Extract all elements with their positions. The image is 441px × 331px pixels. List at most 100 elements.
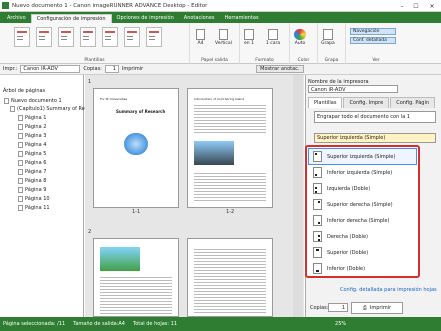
template-thumb[interactable] bbox=[102, 27, 118, 47]
tree-chapter[interactable]: (Capítulo1) Summary of Re bbox=[10, 105, 85, 113]
template-thumb[interactable] bbox=[124, 27, 140, 47]
page-icon bbox=[18, 204, 23, 211]
title-bar: Nuevo documento 1 - Canon imageRUNNER AD… bbox=[0, 0, 441, 12]
quick-toolbar: Impr.: Canon iR-ADV Copias: 1 Imprimir M… bbox=[0, 64, 441, 75]
template-thumb[interactable] bbox=[146, 27, 162, 47]
staple-position-list: Superior izquierda (Simple) Inferior izq… bbox=[305, 145, 420, 278]
page-label: 1-2 bbox=[226, 209, 235, 215]
option-derecha-doble[interactable]: Derecha (Doble) bbox=[309, 229, 416, 244]
group-label: Color bbox=[297, 58, 310, 63]
document-icon bbox=[4, 97, 9, 104]
tree-page[interactable]: Página 6 bbox=[18, 159, 46, 167]
page-tree-pane: Árbol de páginas Nuevo documento 1 (Capí… bbox=[0, 75, 85, 317]
copies-label: Copias: bbox=[83, 66, 102, 72]
page-icon bbox=[18, 150, 23, 157]
page-icon bbox=[18, 141, 23, 148]
print-button[interactable]: Imprimir bbox=[122, 66, 143, 72]
preview-page[interactable] bbox=[93, 238, 179, 317]
printer-select[interactable]: Canon iR-ADV bbox=[20, 65, 81, 73]
option-superior-doble[interactable]: Superior (Doble) bbox=[309, 245, 416, 260]
nup-button[interactable]: en 1 bbox=[244, 29, 254, 46]
settings-tabs: Plantillas Config. Impre Config. Págin bbox=[308, 97, 436, 108]
page-icon bbox=[18, 159, 23, 166]
preview-page[interactable] bbox=[187, 238, 273, 317]
tree-page[interactable]: Página 4 bbox=[18, 141, 46, 149]
navigation-button[interactable]: Navegación bbox=[350, 28, 396, 35]
sheet-number: 2 bbox=[88, 229, 92, 235]
group-label: Plantillas bbox=[84, 58, 105, 63]
tree-page[interactable]: Página 1 bbox=[18, 114, 46, 122]
page-icon bbox=[18, 132, 23, 139]
page-icon bbox=[18, 123, 23, 130]
tree-page[interactable]: Página 7 bbox=[18, 168, 46, 176]
copies-input[interactable]: 1 bbox=[328, 303, 348, 312]
option-inferior-doble[interactable]: Inferior (Doble) bbox=[309, 261, 416, 276]
detailed-config-button[interactable]: Conf. detallada bbox=[350, 37, 396, 44]
group-grapa: Grapa Grapa bbox=[318, 23, 346, 64]
print-button-main[interactable]: ⎙ Imprimir bbox=[351, 302, 403, 314]
page-label: 1-1 bbox=[132, 209, 141, 215]
option-superior-derecha-simple[interactable]: Superior derecha (Simple) bbox=[309, 197, 416, 212]
close-icon[interactable]: ✕ bbox=[423, 0, 441, 12]
copies-input[interactable]: 1 bbox=[104, 65, 119, 73]
tab-plantillas[interactable]: Plantillas bbox=[308, 97, 343, 108]
group-label: Grapa bbox=[324, 58, 339, 63]
detailed-config-link[interactable]: Config. detallada para impresión hojas bbox=[340, 287, 437, 293]
text-block bbox=[100, 275, 172, 315]
tree-page[interactable]: Página 11 bbox=[18, 204, 50, 212]
group-plantillas: Plantillas bbox=[0, 23, 190, 64]
minimize-icon[interactable]: – bbox=[395, 0, 409, 12]
tree-page[interactable]: Página 8 bbox=[18, 177, 46, 185]
duplex-button[interactable]: 1 cara bbox=[266, 29, 280, 46]
template-thumb[interactable] bbox=[36, 27, 52, 47]
option-inferior-izquierda-simple[interactable]: Inferior izquierda (Simple) bbox=[309, 165, 416, 180]
group-label: Formato bbox=[255, 58, 274, 63]
staple-mode-dropdown[interactable]: Engrapar todo el documento con la 1 bbox=[314, 111, 436, 123]
tab-config-pagin[interactable]: Config. Págin bbox=[390, 97, 436, 108]
tab-config-impre[interactable]: Config. Impre bbox=[343, 97, 390, 108]
text-block bbox=[194, 247, 266, 313]
tree-page[interactable]: Página 3 bbox=[18, 132, 46, 140]
preview-area: 1 2 For IR Universities Summary of Resea… bbox=[85, 75, 304, 317]
tree-page[interactable]: Página 2 bbox=[18, 123, 46, 131]
maximize-icon[interactable]: ☐ bbox=[409, 0, 423, 12]
option-superior-izquierda-simple[interactable]: Superior izquierda (Simple) bbox=[308, 148, 417, 165]
zoom-level[interactable]: 25% bbox=[335, 321, 346, 327]
page-header: For IR Universities bbox=[100, 97, 128, 101]
orientation-button[interactable]: Vertical bbox=[215, 29, 232, 46]
tab-herramientas[interactable]: Herramientas bbox=[220, 14, 264, 23]
preview-page[interactable]: For IR Universities Summary of Research bbox=[93, 88, 179, 208]
template-thumb[interactable] bbox=[58, 27, 74, 47]
sheet-number: 1 bbox=[88, 79, 92, 85]
tab-opciones-impresion[interactable]: Opciones de impresión bbox=[112, 14, 179, 23]
tree-page[interactable]: Página 10 bbox=[18, 195, 50, 203]
tab-archivo[interactable]: Archivo bbox=[2, 14, 31, 23]
show-annotations-button[interactable]: Mostrar anotac. bbox=[256, 65, 304, 73]
tab-anotaciones[interactable]: Anotaciones bbox=[179, 14, 220, 23]
staple-button[interactable]: Grapa bbox=[321, 29, 335, 46]
color-button[interactable]: Auto bbox=[294, 29, 306, 46]
template-thumb[interactable] bbox=[80, 27, 96, 47]
photo bbox=[194, 141, 234, 165]
window-title: Nuevo documento 1 - Canon imageRUNNER AD… bbox=[12, 2, 208, 9]
staple-top-left-icon bbox=[313, 151, 322, 162]
option-inferior-derecha-simple[interactable]: Inferior derecha (Simple) bbox=[309, 213, 416, 228]
option-izquierda-doble[interactable]: Izquierda (Doble) bbox=[309, 181, 416, 196]
group-color: Auto Color bbox=[290, 23, 318, 64]
group-label: Ver bbox=[372, 58, 380, 63]
printer-dropdown[interactable]: Canon iR-ADV bbox=[308, 85, 398, 93]
text-block bbox=[194, 103, 266, 135]
paper-size-button[interactable]: A4 bbox=[196, 29, 205, 46]
page-icon bbox=[18, 177, 23, 184]
preview-page[interactable]: Introduction of Cold Spring Island bbox=[187, 88, 273, 208]
preview-scrollbar[interactable] bbox=[293, 75, 303, 317]
page-subtitle: Introduction of Cold Spring Island bbox=[194, 97, 245, 101]
tree-page[interactable]: Página 9 bbox=[18, 186, 46, 194]
template-thumb[interactable] bbox=[14, 27, 30, 47]
staple-position-select[interactable]: Superior izquierda (Simple) bbox=[314, 133, 436, 143]
tree-page[interactable]: Página 5 bbox=[18, 150, 46, 158]
tab-configuracion-impresion[interactable]: Configuración de impresión bbox=[30, 14, 112, 23]
tree-root[interactable]: Nuevo documento 1 bbox=[4, 97, 62, 105]
app-icon bbox=[2, 2, 9, 9]
staple-top-double-icon bbox=[313, 247, 322, 258]
